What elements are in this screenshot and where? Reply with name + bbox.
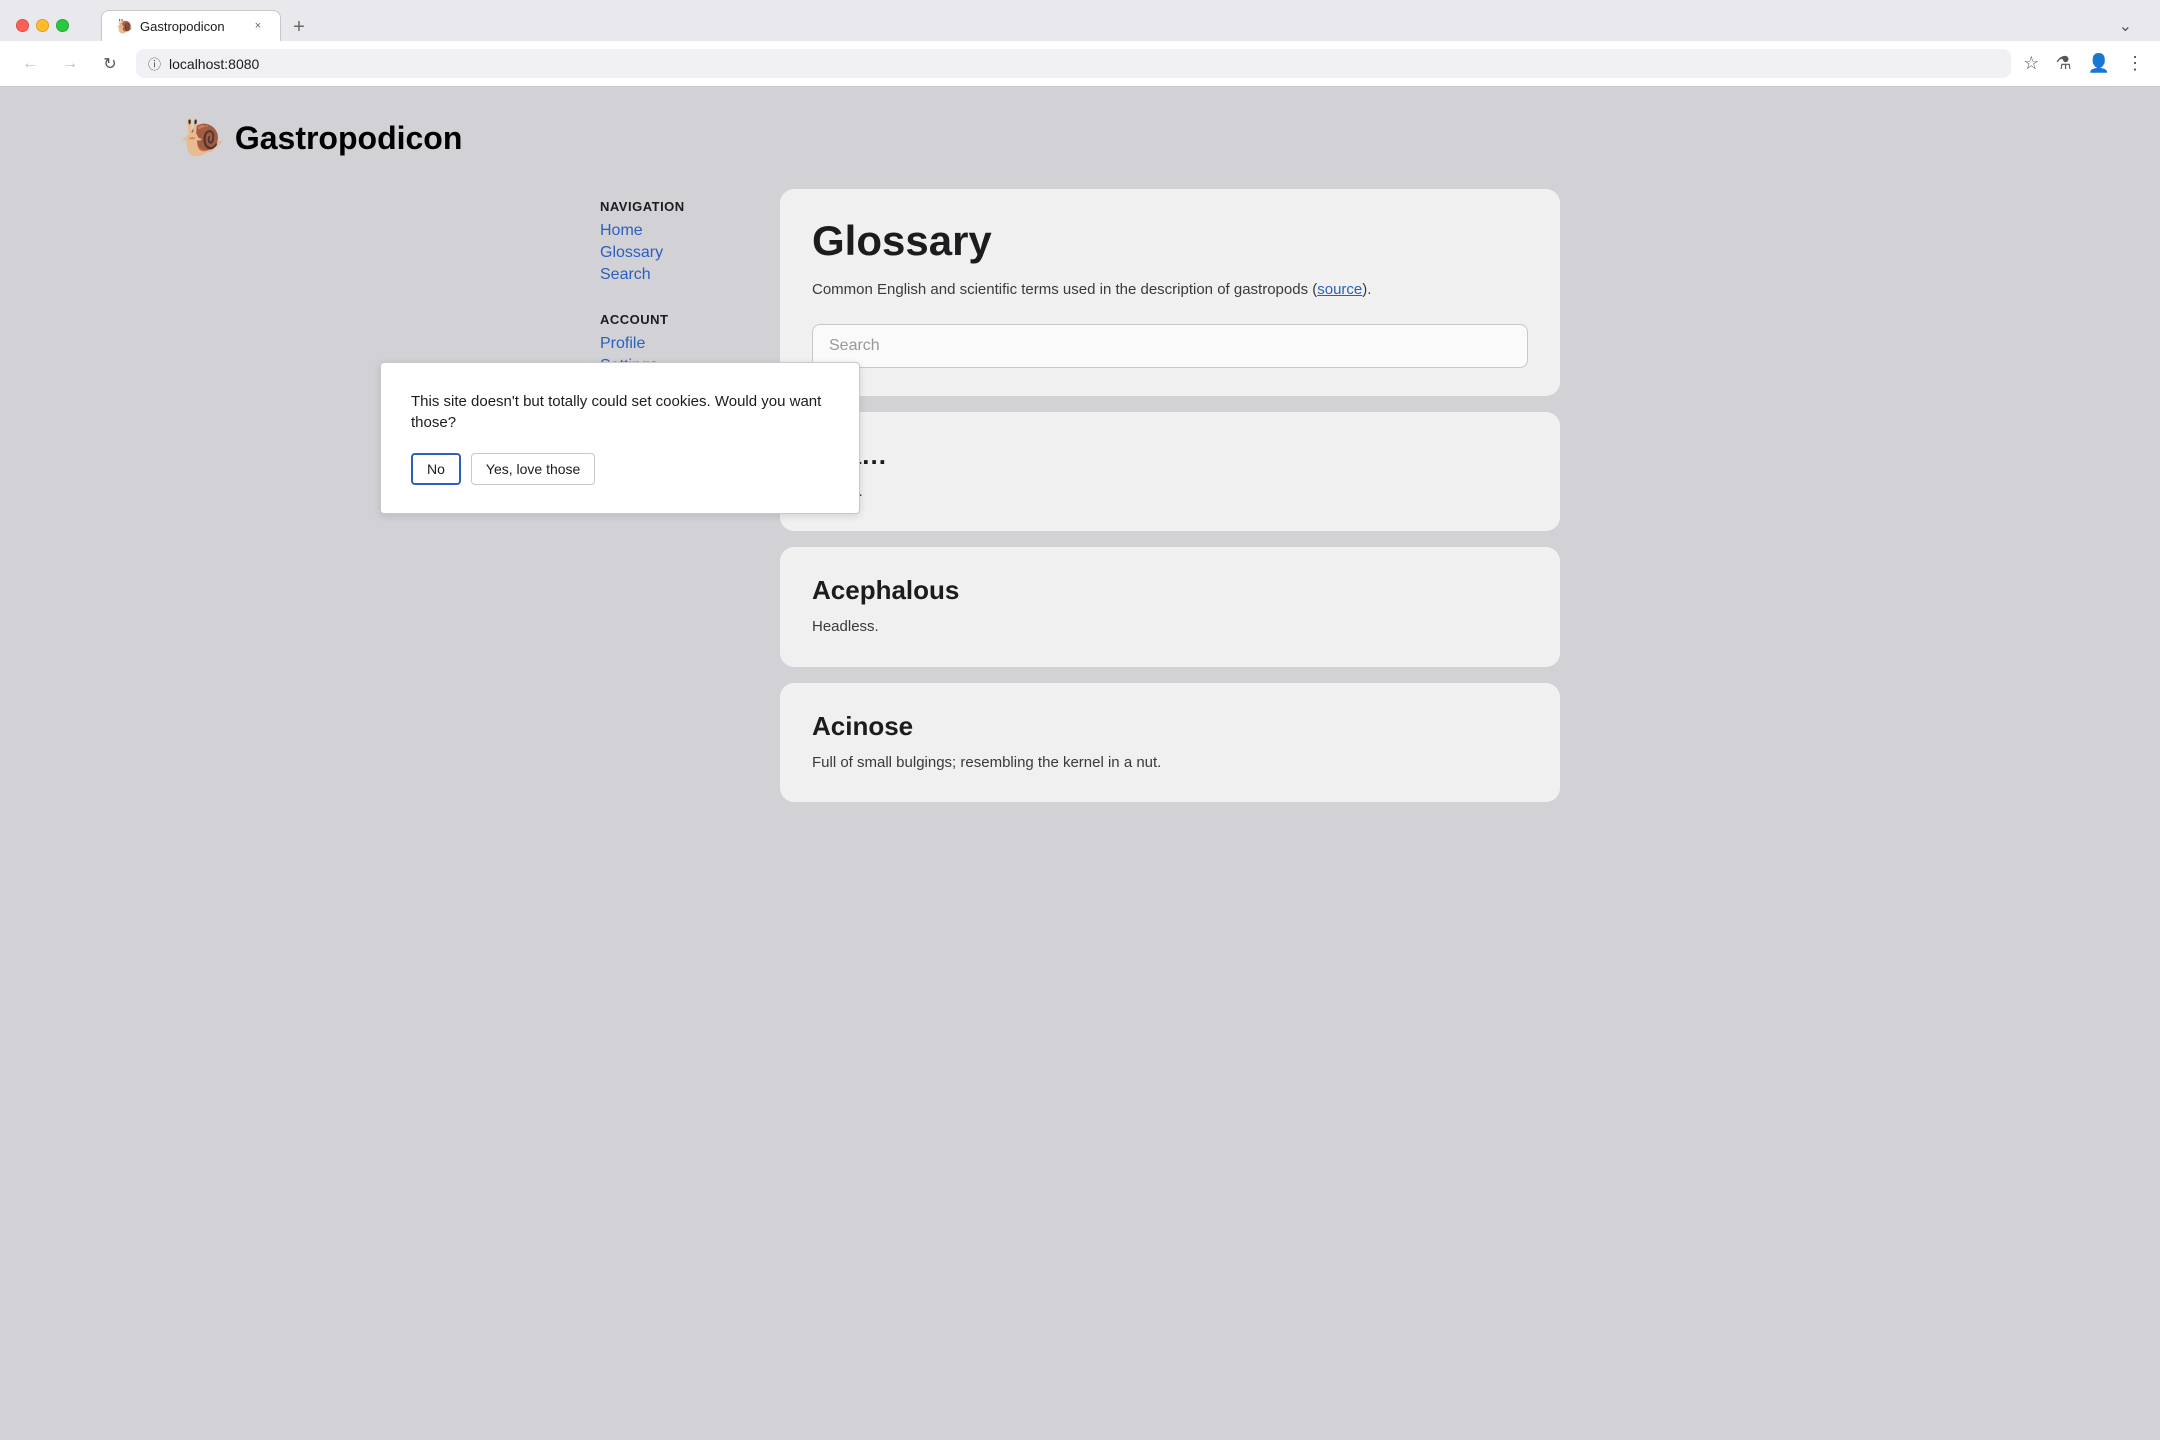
security-icon: ⓘ: [148, 54, 161, 73]
maximize-button[interactable]: [56, 19, 69, 32]
snail-icon: 🐌: [180, 117, 225, 159]
site-header: 🐌 Gastropodicon: [180, 117, 462, 159]
address-bar[interactable]: ⓘ localhost:8080: [136, 49, 2011, 78]
cookie-dialog: This site doesn't but totally could set …: [380, 362, 860, 514]
desc-text: Common English and scientific terms used…: [812, 281, 1317, 298]
tab-title-text: Gastropodicon: [140, 19, 242, 34]
tab-favicon: 🐌: [116, 18, 132, 34]
main-content: Glossary Common English and scientific t…: [780, 189, 1560, 802]
close-button[interactable]: [16, 19, 29, 32]
page-description: Common English and scientific terms used…: [812, 279, 1528, 302]
term-title: Aba…: [812, 440, 1528, 471]
minimize-button[interactable]: [36, 19, 49, 32]
cookie-yes-button[interactable]: Yes, love those: [471, 453, 595, 485]
page: 🐌 Gastropodicon NAVIGATION Home Glossary…: [0, 87, 2160, 1427]
toolbar-actions: ☆ ⚗ 👤 ⋮: [2023, 53, 2144, 74]
term-desc: Headless.: [812, 616, 1528, 639]
bookmark-icon[interactable]: ☆: [2023, 53, 2039, 74]
profile-icon[interactable]: 👤: [2088, 53, 2110, 74]
browser-chrome: 🐌 Gastropodicon × + ⌄ ← → ↻ ⓘ localhost:…: [0, 0, 2160, 87]
sidebar-item-home[interactable]: Home: [600, 222, 750, 240]
menu-icon[interactable]: ⋮: [2126, 53, 2144, 74]
browser-titlebar: 🐌 Gastropodicon × + ⌄: [0, 0, 2160, 41]
site-title: Gastropodicon: [235, 120, 463, 157]
term-card-aba: Aba… Away…: [780, 412, 1560, 532]
browser-toolbar: ← → ↻ ⓘ localhost:8080 ☆ ⚗ 👤 ⋮: [0, 41, 2160, 86]
labs-icon[interactable]: ⚗: [2055, 53, 2071, 74]
cookie-message: This site doesn't but totally could set …: [411, 391, 829, 433]
new-tab-button[interactable]: +: [285, 13, 313, 41]
source-link[interactable]: source: [1317, 281, 1362, 298]
cookie-no-button[interactable]: No: [411, 453, 461, 485]
sidebar-item-profile[interactable]: Profile: [600, 335, 750, 353]
tab-dropdown-button[interactable]: ⌄: [2107, 12, 2144, 40]
term-title: Acinose: [812, 711, 1528, 742]
search-input[interactable]: [812, 324, 1528, 368]
cookie-buttons: No Yes, love those: [411, 453, 829, 485]
url-text: localhost:8080: [169, 56, 259, 72]
account-section-title: ACCOUNT: [600, 312, 750, 327]
tab-close-button[interactable]: ×: [250, 18, 266, 34]
term-desc: Full of small bulgings; resembling the k…: [812, 752, 1528, 775]
forward-button[interactable]: →: [56, 50, 84, 78]
term-title: Acephalous: [812, 575, 1528, 606]
desc-end: ).: [1362, 281, 1371, 298]
sidebar-item-glossary[interactable]: Glossary: [600, 244, 750, 262]
back-button[interactable]: ←: [16, 50, 44, 78]
nav-section-title: NAVIGATION: [600, 199, 750, 214]
page-title: Glossary: [812, 217, 1528, 265]
traffic-lights: [16, 19, 69, 32]
reload-button[interactable]: ↻: [96, 50, 124, 78]
term-card-acephalous: Acephalous Headless.: [780, 547, 1560, 667]
tabs-row: 🐌 Gastropodicon × +: [101, 10, 313, 41]
active-tab[interactable]: 🐌 Gastropodicon ×: [101, 10, 281, 41]
term-card-acinose: Acinose Full of small bulgings; resembli…: [780, 683, 1560, 803]
nav-section: NAVIGATION Home Glossary Search: [600, 199, 750, 284]
term-desc: Away…: [812, 481, 1528, 504]
sidebar-item-search[interactable]: Search: [600, 266, 750, 284]
glossary-header-card: Glossary Common English and scientific t…: [780, 189, 1560, 396]
